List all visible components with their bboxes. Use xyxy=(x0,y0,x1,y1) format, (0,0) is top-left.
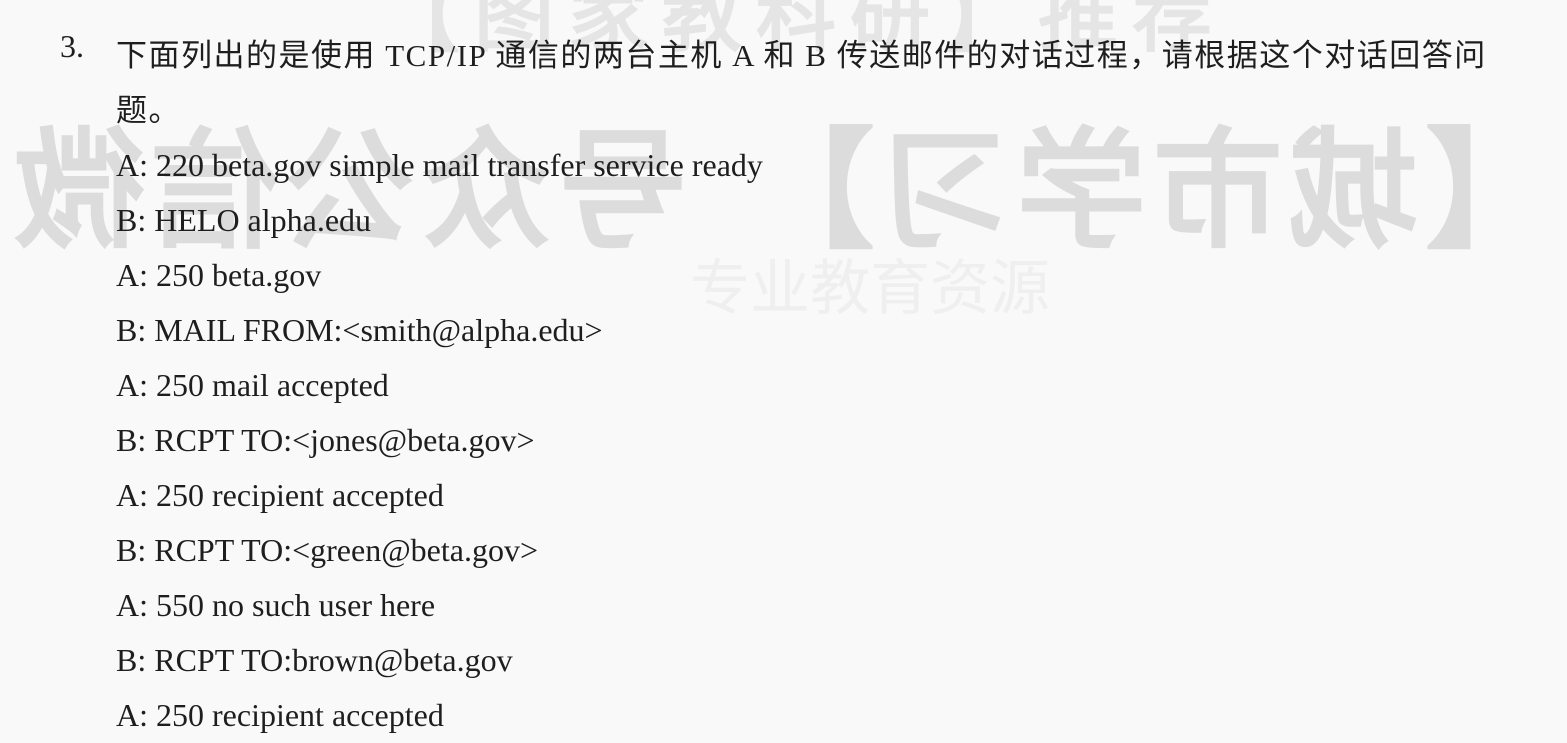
dialogue-line: B: RCPT TO:<jones@beta.gov> xyxy=(116,422,535,458)
dialogue-line: A: 250 beta.gov xyxy=(116,257,322,293)
dialogue-line: A: 220 beta.gov simple mail transfer ser… xyxy=(116,147,763,183)
smtp-dialogue: A: 220 beta.gov simple mail transfer ser… xyxy=(116,138,763,743)
question-number: 3. xyxy=(60,28,84,64)
dialogue-line: B: HELO alpha.edu xyxy=(116,202,372,238)
question-text: 下面列出的是使用 TCP/IP 通信的两台主机 A 和 B 传送邮件的对话过程，… xyxy=(116,38,1487,128)
dialogue-line: A: 250 recipient accepted xyxy=(116,697,444,733)
dialogue-line: B: RCPT TO:<green@beta.gov> xyxy=(116,532,538,568)
dialogue-line: A: 250 recipient accepted xyxy=(116,477,444,513)
dialogue-line: A: 250 mail accepted xyxy=(116,367,389,403)
dialogue-line: B: MAIL FROM:<smith@alpha.edu> xyxy=(116,312,603,348)
document-page: 【图家教科研】推荐 【城市学习】 号众公信微 专业教育资源 3. 下面列出的是使… xyxy=(0,0,1567,741)
dialogue-line: A: 550 no such user here xyxy=(116,587,436,623)
dialogue-line: B: RCPT TO:brown@beta.gov xyxy=(116,642,513,678)
